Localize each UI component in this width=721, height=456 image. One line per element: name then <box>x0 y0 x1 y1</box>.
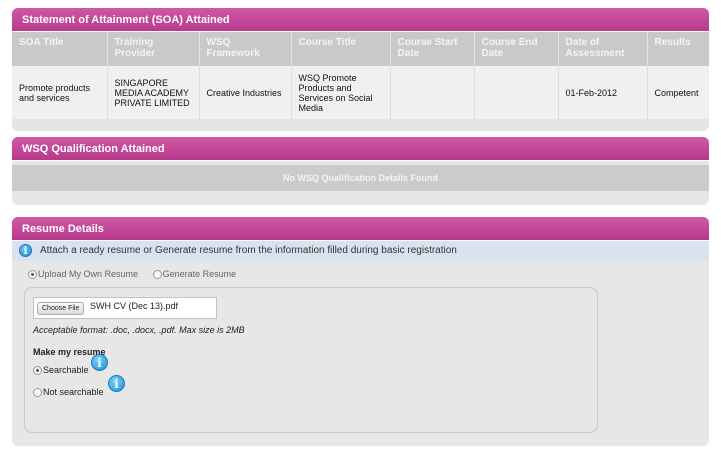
radio-label[interactable]: Upload My Own Resume <box>38 269 138 279</box>
not-searchable-option[interactable]: Not searchable <box>33 387 104 398</box>
resume-panel-title: Resume Details <box>12 217 709 241</box>
soa-panel: Statement of Attainment (SOA) Attained S… <box>12 8 709 131</box>
soa-table: SOA Title Training Provider WSQ Framewor… <box>12 32 709 119</box>
radio-label[interactable]: Searchable <box>43 365 89 375</box>
radio-searchable[interactable] <box>33 366 42 376</box>
info-banner: i Attach a ready resume or Generate resum… <box>12 241 709 261</box>
empty-message: No WSQ Qualification Details Found <box>12 165 709 191</box>
cell-wsq-framework: Creative Industries <box>199 66 292 119</box>
resume-source-options: Upload My Own Resume Generate Resume <box>28 269 237 280</box>
upload-own-resume-option[interactable]: Upload My Own Resume <box>28 269 138 280</box>
column-header: Course End Date <box>474 32 559 66</box>
radio-label[interactable]: Not searchable <box>43 387 104 397</box>
cell-course-title: WSQ Promote Products and Services on Soc… <box>291 66 391 119</box>
cell-results: Competent <box>647 66 709 119</box>
table-row: Promote products and services SINGAPORE … <box>12 66 709 119</box>
resume-panel: Resume Details i Attach a ready resume or… <box>12 217 709 446</box>
wsq-panel-title: WSQ Qualification Attained <box>12 137 709 161</box>
file-input[interactable]: Choose File SWH CV (Dec 13).pdf <box>33 297 217 319</box>
radio-generate-resume[interactable] <box>152 270 162 280</box>
upload-box: Choose File SWH CV (Dec 13).pdf Acceptab… <box>24 287 598 433</box>
cell-soa-title: Promote products and services <box>12 66 108 119</box>
searchable-option[interactable]: Searchable <box>33 365 89 376</box>
choose-file-button[interactable]: Choose File <box>37 302 85 315</box>
cell-date-of-assessment: 01-Feb-2012 <box>558 66 648 119</box>
column-header: WSQ Framework <box>199 32 292 66</box>
generate-resume-option[interactable]: Generate Resume <box>152 269 237 280</box>
soa-panel-title: Statement of Attainment (SOA) Attained <box>12 8 709 32</box>
column-header: Training Provider <box>107 32 200 66</box>
column-header: Date of Assessment <box>558 32 648 66</box>
column-header: Course Start Date <box>390 32 475 66</box>
cell-training-provider: SINGAPORE MEDIA ACADEMY PRIVATE LIMITED <box>107 66 200 119</box>
column-header: Course Title <box>291 32 391 66</box>
wsq-panel: WSQ Qualification Attained No WSQ Qualif… <box>12 137 709 205</box>
radio-label[interactable]: Generate Resume <box>163 269 237 279</box>
cell-course-start-date <box>390 66 475 119</box>
cell-course-end-date <box>474 66 559 119</box>
column-header: Results <box>647 32 709 66</box>
radio-not-searchable[interactable] <box>33 388 42 398</box>
searchable-info-icon[interactable]: i <box>91 354 108 371</box>
soa-header-row: SOA Title Training Provider WSQ Framewor… <box>12 32 709 66</box>
not-searchable-info-icon[interactable]: i <box>108 375 125 392</box>
info-icon: i <box>19 243 32 257</box>
radio-upload-own-resume[interactable] <box>28 270 37 280</box>
info-text: Attach a ready resume or Generate resume… <box>40 245 457 256</box>
column-header: SOA Title <box>12 32 108 66</box>
selected-file-name: SWH CV (Dec 13).pdf <box>90 301 179 311</box>
acceptable-format-hint: Acceptable format: .doc, .docx, .pdf. Ma… <box>33 325 245 335</box>
